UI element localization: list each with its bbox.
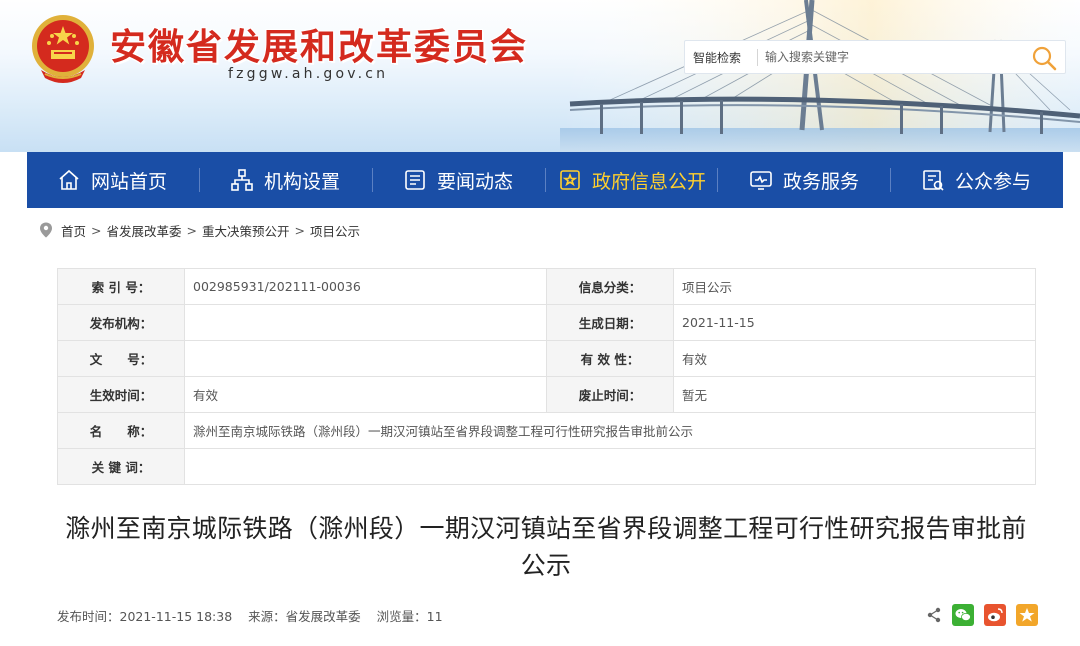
table-row: 文 号： 有 效 性： 有效 [57, 340, 1036, 377]
site-title: 安徽省发展和改革委员会 [110, 27, 529, 68]
table-row: 关 键 词： [57, 448, 1036, 485]
name-value: 滁州至南京城际铁路（滁州段）一期汉河镇站至省界段调整工程可行性研究报告审批前公示 [184, 412, 1036, 449]
nav-divider [890, 168, 891, 192]
main-nav: 网站首页 机构设置 要闻动态 政府信息公开 政务服务 公众参与 [27, 152, 1063, 208]
breadcrumb-arrow: > [91, 222, 102, 238]
nav-divider [372, 168, 373, 192]
publisher-label: 发布机构： [57, 304, 185, 341]
publish-time: 发布时间：2021-11-15 18:38 [57, 609, 233, 624]
article-meta: 发布时间：2021-11-15 18:38 来源：省发展改革委 浏览量：11 [57, 606, 455, 625]
home-icon [59, 169, 79, 190]
docno-value [184, 340, 547, 377]
nav-label: 公众参与 [955, 170, 1032, 193]
table-row: 名 称： 滁州至南京城际铁路（滁州段）一期汉河镇站至省界段调整工程可行性研究报告… [57, 412, 1036, 449]
name-label: 名 称： [57, 412, 185, 449]
breadcrumb-arrow: > [186, 222, 197, 238]
gov-info-icon [560, 170, 580, 190]
national-emblem-logo [32, 15, 94, 83]
search-divider [757, 49, 758, 66]
docno-label: 文 号： [57, 340, 185, 377]
news-icon [405, 170, 425, 190]
view-count: 浏览量：11 [376, 609, 443, 624]
search-input[interactable] [765, 46, 1015, 68]
search-box: 智能检索 [684, 40, 1066, 74]
nav-item-news[interactable]: 要闻动态 [403, 152, 513, 208]
index-label: 索 引 号： [57, 268, 185, 305]
share-bar [926, 604, 1038, 626]
keywords-label: 关 键 词： [57, 448, 185, 485]
repeal-value: 暂无 [673, 376, 1036, 413]
table-row: 生效时间： 有效 废止时间： 暂无 [57, 376, 1036, 413]
effective-label: 生效时间： [57, 376, 185, 413]
breadcrumb-home[interactable]: 首页 [61, 221, 86, 240]
table-row: 发布机构： 生成日期： 2021-11-15 [57, 304, 1036, 341]
nav-item-service[interactable]: 政务服务 [749, 152, 859, 208]
nav-divider [717, 168, 718, 192]
effective-value: 有效 [184, 376, 547, 413]
breadcrumb-project-notice[interactable]: 项目公示 [310, 221, 360, 240]
weibo-icon[interactable] [984, 604, 1006, 626]
index-value: 002985931/202111-00036 [184, 268, 547, 305]
validity-value: 有效 [673, 340, 1036, 377]
org-chart-icon [231, 169, 253, 191]
nav-label: 网站首页 [91, 170, 168, 193]
location-pin-icon [40, 222, 52, 238]
document-info-table: 索 引 号： 002985931/202111-00036 信息分类： 项目公示… [57, 268, 1036, 485]
nav-label: 机构设置 [264, 170, 341, 193]
nav-item-organization[interactable]: 机构设置 [230, 152, 340, 208]
smart-search-label[interactable]: 智能检索 [693, 49, 741, 66]
keywords-value [184, 448, 1036, 485]
article-title: 滁州至南京城际铁路（滁州段）一期汉河镇站至省界段调整工程可行性研究报告审批前公示 [65, 514, 1027, 580]
site-domain: fzggw.ah.gov.cn [228, 66, 389, 82]
nav-divider [199, 168, 200, 192]
favorite-star-icon[interactable] [1016, 604, 1038, 626]
breadcrumb-arrow: > [294, 222, 305, 238]
nav-item-public-participation[interactable]: 公众参与 [921, 152, 1031, 208]
nav-item-gov-info[interactable]: 政府信息公开 [558, 152, 706, 208]
table-row: 索 引 号： 002985931/202111-00036 信息分类： 项目公示 [57, 268, 1036, 305]
breadcrumb-ndrc[interactable]: 省发展改革委 [107, 221, 182, 240]
search-icon[interactable] [1031, 45, 1057, 71]
site-header: 安徽省发展和改革委员会 fzggw.ah.gov.cn 智能检索 [0, 0, 1080, 152]
service-screen-icon [750, 171, 772, 190]
category-label: 信息分类： [546, 268, 674, 305]
nav-divider [545, 168, 546, 192]
publisher-value [184, 304, 547, 341]
category-value: 项目公示 [673, 268, 1036, 305]
breadcrumb-major-decisions[interactable]: 重大决策预公开 [202, 221, 290, 240]
date-label: 生成日期： [546, 304, 674, 341]
breadcrumb: 首页 > 省发展改革委 > 重大决策预公开 > 项目公示 [27, 208, 1063, 252]
date-value: 2021-11-15 [673, 304, 1036, 341]
share-icon[interactable] [926, 607, 942, 623]
nav-item-home[interactable]: 网站首页 [57, 152, 167, 208]
nav-label: 要闻动态 [437, 170, 514, 193]
nav-label: 政府信息公开 [592, 170, 707, 193]
nav-label: 政务服务 [783, 170, 860, 193]
repeal-label: 废止时间： [546, 376, 674, 413]
article-source: 来源：省发展改革委 [248, 609, 361, 624]
validity-label: 有 效 性： [546, 340, 674, 377]
public-participation-icon [923, 170, 944, 191]
wechat-icon[interactable] [952, 604, 974, 626]
